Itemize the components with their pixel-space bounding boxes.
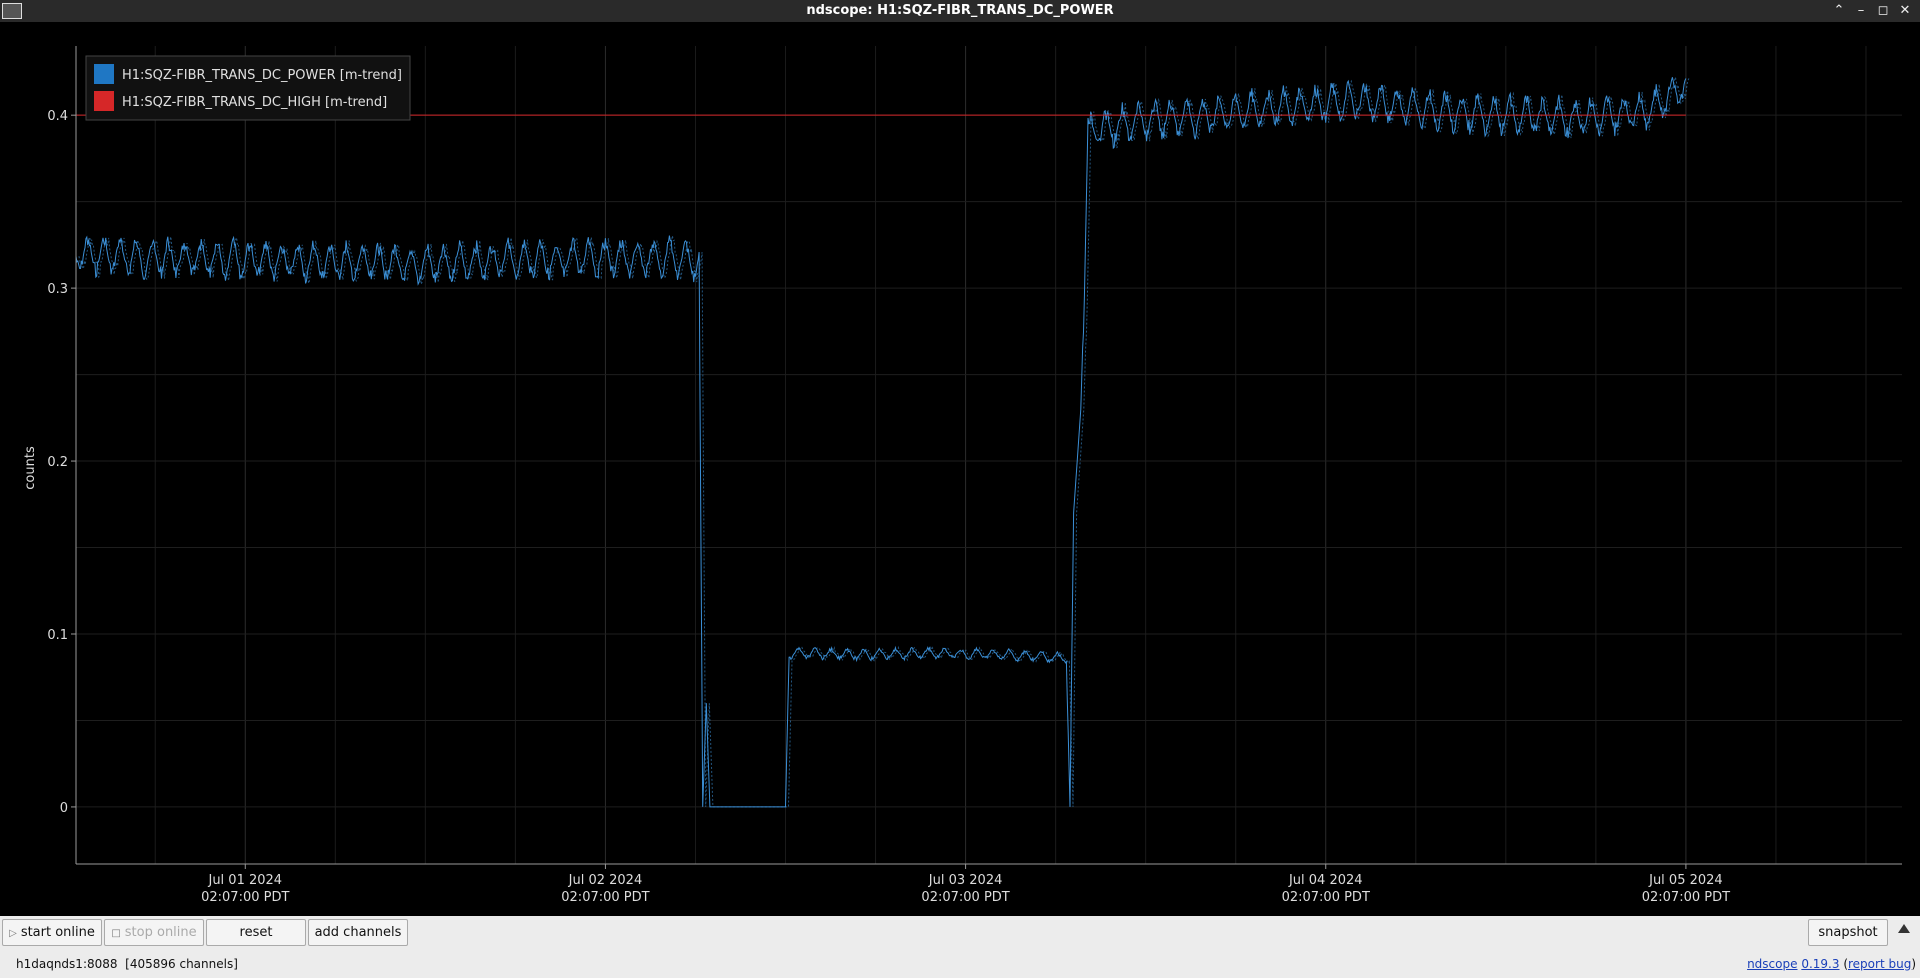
play-icon: ▷ (9, 928, 17, 939)
y-tick-label: 0.1 (47, 628, 68, 643)
series-line-power (75, 77, 1687, 808)
expand-up-icon[interactable] (1898, 924, 1910, 933)
stop-online-button[interactable]: □ stop online (104, 919, 204, 946)
channel-count: [405896 channels] (125, 957, 238, 971)
legend-swatch-power (94, 64, 114, 84)
plot-canvas[interactable]: 0 0.1 0.2 0.3 0.4 Jul 01 2024 02:07:00 PDT Jul … (0, 22, 1920, 916)
x-tick-label-date: Jul 01 2024 (207, 873, 282, 888)
y-tick-label: 0.3 (47, 282, 68, 297)
legend-label-high[interactable]: H1:SQZ-FIBR_TRANS_DC_HIGH [m-trend] (122, 95, 387, 110)
x-tick-label-date: Jul 04 2024 (1288, 873, 1363, 888)
version-link[interactable]: 0.19.3 (1801, 957, 1839, 971)
legend-box (85, 55, 411, 121)
maximize-icon[interactable]: ◻ (1874, 1, 1892, 21)
legend-label-power[interactable]: H1:SQZ-FIBR_TRANS_DC_POWER [m-trend] (122, 68, 402, 83)
server-info: h1daqnds1:8088 [405896 channels] (16, 957, 238, 971)
series-envelope-power (78, 77, 1690, 808)
chevron-up-icon[interactable]: ⌃ (1830, 1, 1848, 21)
start-online-button[interactable]: ▷ start online (2, 919, 102, 946)
y-tick-label: 0.2 (47, 455, 68, 470)
add-channels-button[interactable]: add channels (308, 919, 408, 946)
x-tick-label-date: Jul 05 2024 (1648, 873, 1723, 888)
title-bar: ndscope: H1:SQZ-FIBR_TRANS_DC_POWER ⌃ – … (0, 0, 1920, 22)
axes: 0 0.1 0.2 0.3 0.4 Jul 01 2024 02:07:00 PDT Jul … (47, 46, 1902, 905)
window-title: ndscope: H1:SQZ-FIBR_TRANS_DC_POWER (806, 3, 1114, 18)
x-tick-label-time: 02:07:00 PDT (201, 890, 289, 905)
start-online-label: start online (20, 925, 95, 940)
reset-label: reset (239, 925, 273, 940)
x-tick-label-time: 02:07:00 PDT (921, 890, 1009, 905)
x-tick-label-date: Jul 02 2024 (568, 873, 643, 888)
series-layer (75, 77, 1690, 808)
version-info: ndscope 0.19.3 (report bug) (1747, 957, 1916, 971)
report-bug-link[interactable]: report bug (1848, 957, 1911, 971)
stop-icon: □ (111, 928, 121, 939)
plot-area[interactable]: 0 0.1 0.2 0.3 0.4 Jul 01 2024 02:07:00 PDT Jul … (0, 22, 1920, 916)
legend-swatch-high (94, 91, 114, 111)
add-channels-label: add channels (314, 925, 402, 940)
reset-button[interactable]: reset (206, 919, 306, 946)
snapshot-label: snapshot (1818, 925, 1878, 940)
toolbar: ▷ start online □ stop online reset add cha… (0, 916, 1920, 950)
stop-online-label: stop online (124, 925, 197, 940)
x-tick-label-time: 02:07:00 PDT (1642, 890, 1730, 905)
snapshot-button[interactable]: snapshot (1808, 919, 1888, 946)
y-axis-label: counts (23, 446, 38, 490)
app-link[interactable]: ndscope (1747, 957, 1797, 971)
server-address: h1daqnds1:8088 (16, 957, 118, 971)
x-tick-label-time: 02:07:00 PDT (561, 890, 649, 905)
x-tick-label-date: Jul 03 2024 (928, 873, 1003, 888)
status-bar: h1daqnds1:8088 [405896 channels] ndscope… (0, 950, 1920, 978)
grid (76, 46, 1902, 864)
y-tick-label: 0.4 (47, 109, 68, 124)
minimize-icon[interactable]: – (1852, 1, 1870, 21)
y-tick-label: 0 (60, 801, 68, 816)
legend[interactable]: H1:SQZ-FIBR_TRANS_DC_POWER [m-trend] H1:… (85, 55, 411, 121)
x-tick-label-time: 02:07:00 PDT (1282, 890, 1370, 905)
close-icon[interactable]: ✕ (1896, 1, 1914, 21)
